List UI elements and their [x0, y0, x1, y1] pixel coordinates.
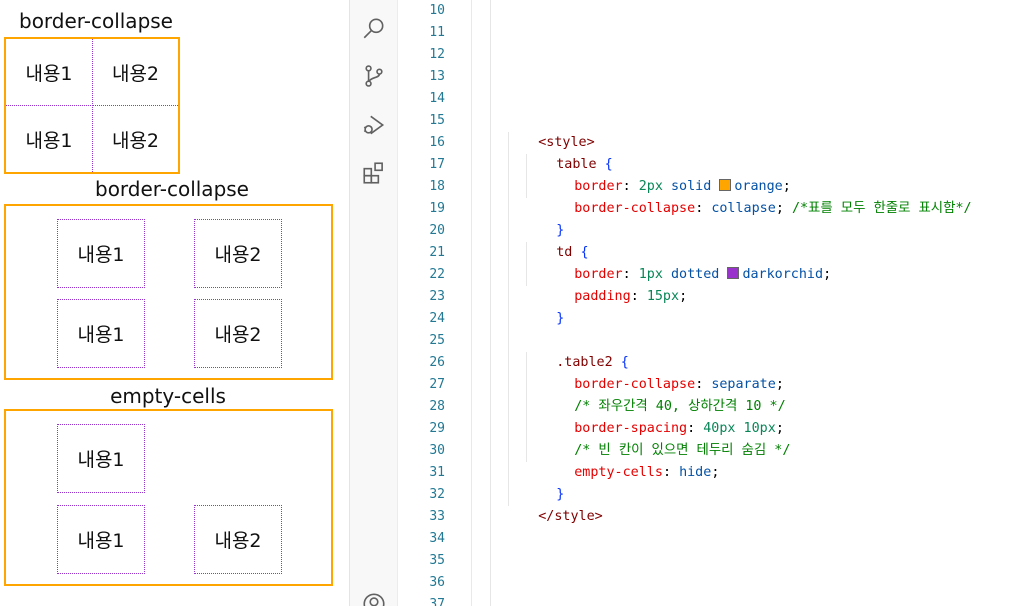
table2-caption: border-collapse — [95, 177, 249, 201]
line-number: 14 — [429, 91, 445, 106]
line-number: 30 — [429, 443, 445, 458]
run-debug-icon[interactable] — [360, 111, 388, 139]
token-value: collapse — [711, 201, 776, 216]
line-number: 25 — [429, 333, 445, 348]
table1-cell: 내용2 — [92, 39, 178, 106]
line-number: 33 — [429, 509, 445, 524]
activity-bar — [349, 0, 398, 606]
code-line-32: </style> — [506, 484, 603, 550]
line-number: 28 — [429, 399, 445, 414]
line-number: 22 — [429, 267, 445, 282]
table2-cell: 내용2 — [194, 299, 282, 368]
line-number: 17 — [429, 157, 445, 172]
line-number: 26 — [429, 355, 445, 370]
table1-cell: 내용1 — [6, 39, 93, 106]
line-number: 20 — [429, 223, 445, 238]
preview-pane: border-collapse 내용1 내용2 내용1 내용2 border-c… — [0, 0, 349, 606]
account-icon[interactable] — [360, 590, 388, 606]
table1-cell: 내용1 — [6, 105, 93, 172]
token-value: darkorchid — [742, 267, 824, 282]
code-line-18: border-collapse: collapse; /*표를 모두 한줄로 표… — [574, 201, 972, 216]
line-number: 12 — [429, 47, 445, 62]
line-number: 19 — [429, 201, 445, 216]
line-number: 29 — [429, 421, 445, 436]
token-property: padding — [574, 289, 631, 304]
table2-cell: 내용1 — [57, 299, 145, 368]
token-value: hide — [679, 465, 712, 480]
line-number: 13 — [429, 69, 445, 84]
line-number: 24 — [429, 311, 445, 326]
token-comment: /*표를 모두 한줄로 표시함*/ — [791, 201, 972, 216]
token-property: border-collapse — [574, 201, 696, 216]
token-property: empty-cells — [574, 465, 663, 480]
line-number: 32 — [429, 487, 445, 502]
search-icon[interactable] — [360, 14, 388, 42]
table3-cell: 내용2 — [194, 505, 282, 574]
table3-caption: empty-cells — [110, 384, 226, 408]
line-number: 10 — [429, 3, 445, 18]
token-brace: } — [556, 311, 565, 326]
table2-cell: 내용1 — [57, 219, 145, 288]
line-number: 21 — [429, 245, 445, 260]
line-number: 34 — [429, 531, 445, 546]
table3-cell: 내용1 — [57, 424, 145, 493]
table1: 내용1 내용2 내용1 내용2 — [4, 37, 180, 174]
line-number: 31 — [429, 465, 445, 480]
line-number: 35 — [429, 553, 445, 568]
color-swatch-darkorchid[interactable] — [727, 267, 740, 279]
line-number: 16 — [429, 135, 445, 150]
line-number: 15 — [429, 113, 445, 128]
table3: 내용1 내용1 내용2 — [4, 409, 333, 586]
table2: 내용1 내용2 내용1 내용2 — [4, 204, 333, 380]
line-number: 37 — [429, 597, 445, 606]
table1-cell: 내용2 — [92, 105, 178, 172]
token-tag: </style> — [538, 509, 603, 524]
table2-cell: 내용2 — [194, 219, 282, 288]
line-number: 11 — [429, 25, 445, 40]
line-number: 36 — [429, 575, 445, 590]
indent-guide — [508, 132, 509, 506]
table3-cell: 내용1 — [57, 505, 145, 574]
line-number: 18 — [429, 179, 445, 194]
indent-guide — [490, 0, 491, 606]
token-number: 15px — [646, 289, 680, 304]
line-number-gutter: 10 11 12 13 14 15 16 17 18 19 20 21 22 23 24 25 26 27 28 29… — [398, 0, 472, 606]
code-editor[interactable]: 10 11 12 13 14 15 16 17 18 19 20 21 22 23 24 25 26 27 28 29… — [398, 0, 1014, 606]
source-control-icon[interactable] — [360, 62, 388, 90]
extensions-icon[interactable] — [360, 159, 388, 187]
line-number: 23 — [429, 289, 445, 304]
table1-caption: border-collapse — [19, 9, 173, 33]
line-number: 27 — [429, 377, 445, 392]
